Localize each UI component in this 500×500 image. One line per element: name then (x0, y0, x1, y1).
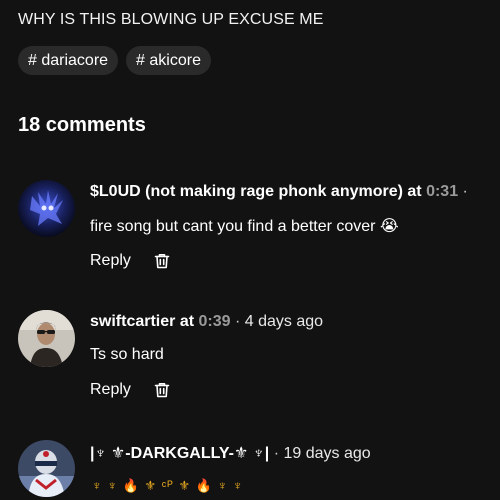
comment-age: 19 days ago (283, 445, 371, 462)
comment-separator: · (230, 313, 245, 330)
avatar-image (18, 440, 75, 497)
comment-meta: |♆ ⚜-DARKGALLY-⚜ ♆| · 19 days ago (90, 443, 371, 463)
comment-author[interactable]: swiftcartier (90, 313, 175, 330)
avatar[interactable] (18, 310, 75, 367)
comment-meta: $L0UD (not making rage phonk anymore) at… (90, 183, 468, 201)
reply-button[interactable]: Reply (90, 381, 131, 399)
trash-icon[interactable] (153, 252, 171, 270)
comment-timestamp[interactable]: 0:39 (199, 313, 231, 330)
comment-meta: swiftcartier at 0:39 · 4 days ago (90, 313, 323, 331)
comments-count: 18 comments (18, 114, 146, 136)
trash-icon[interactable] (153, 381, 171, 399)
avatar-image (18, 310, 75, 367)
comment-at-text: at (175, 313, 199, 330)
comment-timestamp[interactable]: 0:31 (426, 183, 458, 200)
avatar[interactable] (18, 180, 75, 237)
avatar-image (18, 180, 75, 237)
comment-author[interactable]: $L0UD (not making rage phonk anymore) (90, 183, 403, 200)
comment-actions: Reply (90, 381, 171, 399)
comment-author[interactable]: |♆ ⚜-DARKGALLY-⚜ ♆| (90, 445, 269, 462)
comment-at-text: at (402, 183, 427, 200)
post-title: WHY IS THIS BLOWING UP EXCUSE ME (18, 11, 324, 28)
comment-body: ♆ ♆ 🔥 ⚜ ᶜᴾ ⚜ 🔥 ♆ ♆ (92, 478, 244, 493)
tag-akicore[interactable]: # akicore (126, 46, 211, 75)
comment-separator: · (458, 183, 468, 200)
comment-body: fire song but cant you find a better cov… (90, 218, 399, 235)
comments-page: WHY IS THIS BLOWING UP EXCUSE ME # daria… (0, 0, 500, 500)
comment-separator: · (269, 445, 284, 462)
comment-age: 4 days ago (244, 313, 324, 330)
tag-dariacore[interactable]: # dariacore (18, 46, 119, 75)
comment-actions: Reply (90, 252, 171, 270)
tag-list: # dariacore # akicore (18, 46, 211, 75)
reply-button[interactable]: Reply (90, 252, 131, 270)
comment-body: Ts so hard (90, 346, 164, 363)
avatar[interactable] (18, 440, 75, 497)
